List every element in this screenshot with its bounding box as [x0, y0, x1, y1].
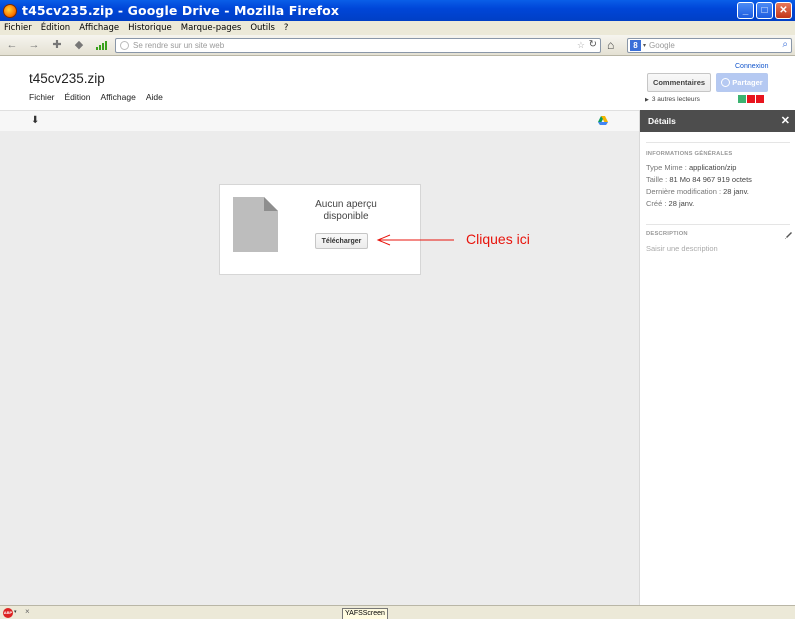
adblock-icon[interactable]: ABP — [3, 608, 13, 618]
description-title: DESCRIPTION — [646, 231, 688, 237]
url-bar[interactable]: Se rendre sur un site web ☆ ↻ — [115, 38, 601, 53]
no-preview-message: Aucun aperçu disponible — [315, 199, 377, 222]
pencil-icon[interactable] — [784, 230, 794, 240]
mime-type-value: application/zip — [688, 163, 737, 172]
drive-header: t45cv235.zip Fichier Édition Affichage A… — [0, 56, 795, 110]
reader-avatar[interactable] — [756, 95, 764, 103]
url-placeholder: Se rendre sur un site web — [133, 41, 225, 50]
file-title: t45cv235.zip — [29, 71, 105, 86]
modified-value: 28 janv. — [723, 187, 749, 196]
details-title: Détails — [648, 116, 676, 126]
browser-menu-bar: Fichier Édition Affichage Historique Mar… — [0, 21, 795, 35]
divider — [646, 142, 790, 143]
connexion-link[interactable]: Connexion — [735, 63, 768, 70]
close-window-button[interactable]: ✕ — [775, 2, 792, 19]
back-arrow-icon[interactable]: ← — [6, 39, 18, 51]
mime-type-label: Type Mime : — [646, 163, 687, 172]
search-placeholder: Google — [649, 41, 675, 50]
general-info-title: INFORMATIONS GÉNÉRALES — [646, 151, 733, 157]
created-line: Créé : 28 janv. — [646, 199, 694, 208]
reader-avatar[interactable] — [747, 95, 755, 103]
download-arrow-icon[interactable]: ⬇ — [31, 115, 39, 126]
firefox-logo-icon — [3, 3, 17, 18]
site-identity-icon[interactable] — [120, 41, 129, 50]
menu-historique[interactable]: Historique — [128, 23, 172, 33]
bookmark-star-icon[interactable]: ☆ — [577, 40, 585, 51]
share-button-label: Partager — [732, 78, 763, 87]
details-header: Détails ✕ — [640, 110, 795, 132]
created-label: Créé : — [646, 199, 667, 208]
drive-menu-aide[interactable]: Aide — [146, 92, 163, 102]
readers-text: 3 autres lecteurs — [651, 96, 700, 103]
comments-button[interactable]: Commentaires — [647, 73, 711, 92]
drive-menu-edition[interactable]: Édition — [65, 92, 91, 102]
move-cross-icon[interactable]: ✚ — [51, 39, 63, 51]
annotation-text: Cliques ici — [466, 231, 530, 247]
browser-status-bar: ABP ▾ × YAFSScreen — [0, 605, 795, 619]
search-bar[interactable]: 8 ▾ Google ⌕ — [627, 38, 792, 53]
menu-edition[interactable]: Édition — [41, 23, 70, 33]
home-icon[interactable]: ⌂ — [607, 38, 614, 52]
reader-avatars — [738, 95, 764, 103]
modified-label: Dernière modification : — [646, 187, 722, 196]
yafs-screen-tooltip: YAFSScreen — [342, 608, 388, 619]
drive-menu: Fichier Édition Affichage Aide — [29, 92, 163, 102]
triangle-right-icon: ▶ — [645, 96, 649, 103]
viewer-toolbar: ⬇ — [0, 110, 639, 131]
preview-card: Aucun aperçu disponible Télécharger — [219, 184, 421, 275]
chevron-down-icon[interactable]: ▾ — [643, 42, 646, 49]
menu-help[interactable]: ? — [284, 23, 289, 33]
reload-icon[interactable]: ↻ — [589, 39, 597, 50]
forward-arrow-icon[interactable]: → — [28, 39, 40, 51]
description-input[interactable]: Saisir une description — [646, 244, 718, 253]
modified-line: Dernière modification : 28 janv. — [646, 187, 749, 196]
google-drive-icon[interactable] — [598, 116, 608, 125]
menu-fichier[interactable]: Fichier — [4, 23, 32, 33]
window-controls: _ □ ✕ — [737, 2, 792, 19]
chevron-down-icon[interactable]: ▾ — [14, 609, 17, 615]
share-icon — [721, 78, 731, 87]
search-engine-icon[interactable]: 8 — [630, 40, 641, 51]
close-icon[interactable]: ✕ — [781, 114, 790, 127]
menu-affichage[interactable]: Affichage — [79, 23, 119, 33]
annotation-arrow-icon — [376, 234, 454, 246]
navigation-toolbar: ← → ✚ ◆ Se rendre sur un site web ☆ ↻ ⌂ … — [0, 35, 795, 56]
drive-menu-fichier[interactable]: Fichier — [29, 92, 55, 102]
other-readers[interactable]: ▶ 3 autres lecteurs — [645, 96, 700, 103]
minimize-button[interactable]: _ — [737, 2, 754, 19]
search-icon[interactable]: ⌕ — [782, 39, 788, 50]
addon-puzzle-icon[interactable]: ◆ — [73, 39, 85, 51]
maximize-button[interactable]: □ — [756, 2, 773, 19]
menu-outils[interactable]: Outils — [250, 23, 275, 33]
divider — [646, 224, 790, 225]
window-title: t45cv235.zip - Google Drive - Mozilla Fi… — [22, 3, 340, 18]
size-value: 81 Mo 84 967 919 octets — [669, 175, 752, 184]
close-icon[interactable]: × — [25, 607, 30, 616]
size-label: Taille : — [646, 175, 668, 184]
preview-area: Aucun aperçu disponible Télécharger Cliq… — [0, 131, 639, 605]
share-button[interactable]: Partager — [716, 73, 768, 92]
size-line: Taille : 81 Mo 84 967 919 octets — [646, 175, 752, 184]
signal-bars-icon[interactable] — [96, 41, 107, 50]
created-value: 28 janv. — [668, 199, 695, 208]
drive-menu-affichage[interactable]: Affichage — [101, 92, 136, 102]
download-button[interactable]: Télécharger — [315, 233, 368, 249]
mime-type-line: Type Mime : application/zip — [646, 163, 736, 172]
window-title-bar: t45cv235.zip - Google Drive - Mozilla Fi… — [0, 0, 795, 21]
file-icon — [233, 197, 278, 252]
menu-marque-pages[interactable]: Marque-pages — [181, 23, 242, 33]
reader-avatar[interactable] — [738, 95, 746, 103]
details-panel: Détails ✕ INFORMATIONS GÉNÉRALES Type Mi… — [639, 110, 795, 605]
